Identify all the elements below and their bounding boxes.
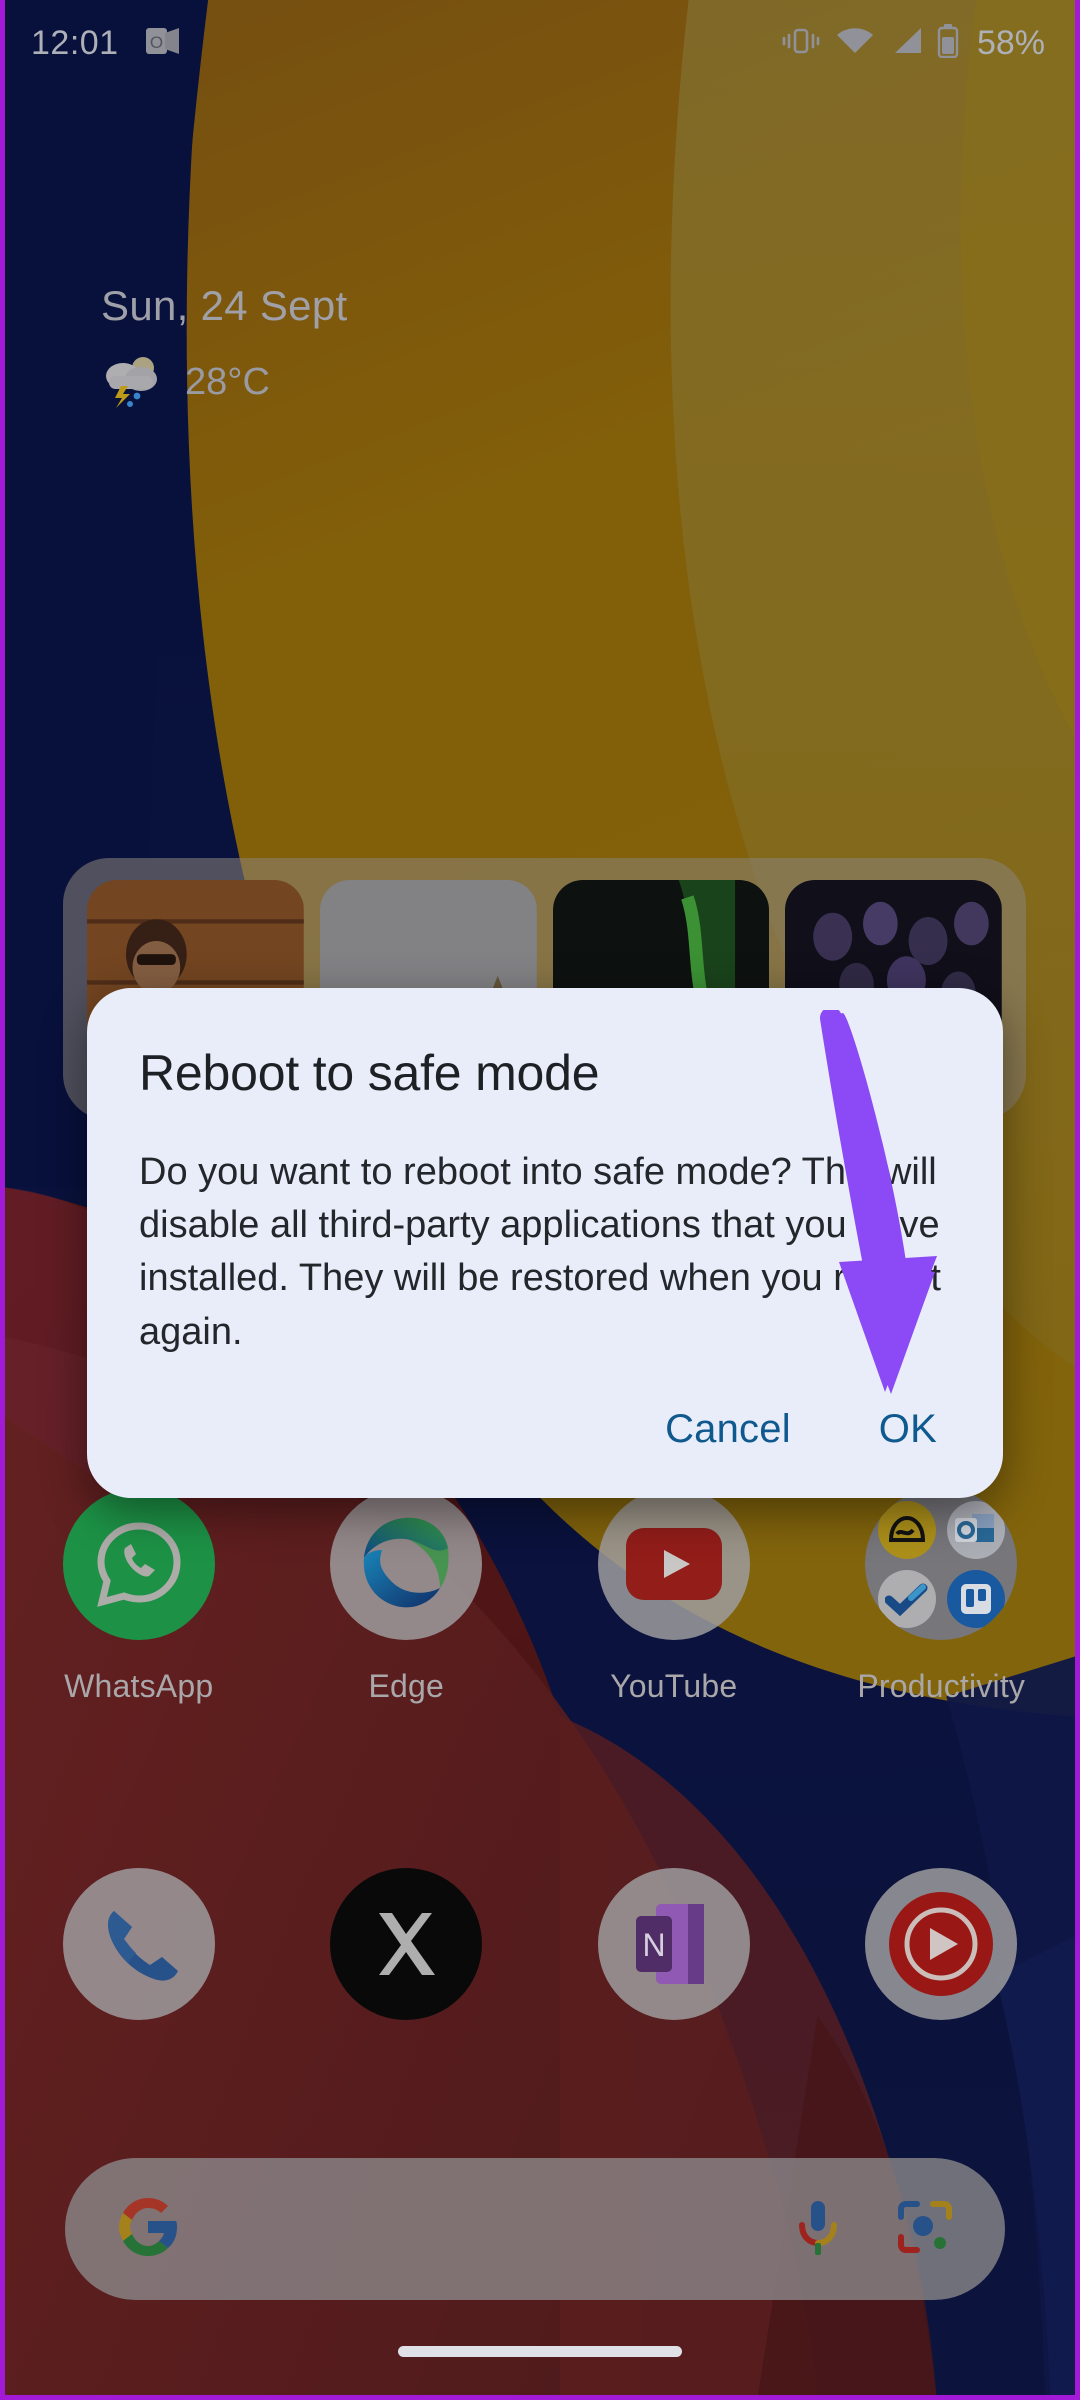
reboot-safe-mode-dialog: Reboot to safe mode Do you want to reboo… [87, 988, 1003, 1498]
dialog-title: Reboot to safe mode [139, 1045, 600, 1101]
phone-screen: 12:01 O 58% Sun, 24 Sept 28°C Reboot to … [0, 0, 1080, 2400]
cancel-button[interactable]: Cancel [665, 1407, 791, 1452]
dialog-actions: Cancel OK [139, 1407, 951, 1470]
ok-button[interactable]: OK [879, 1407, 937, 1452]
dialog-message: Do you want to reboot into safe mode? Th… [139, 1151, 941, 1353]
